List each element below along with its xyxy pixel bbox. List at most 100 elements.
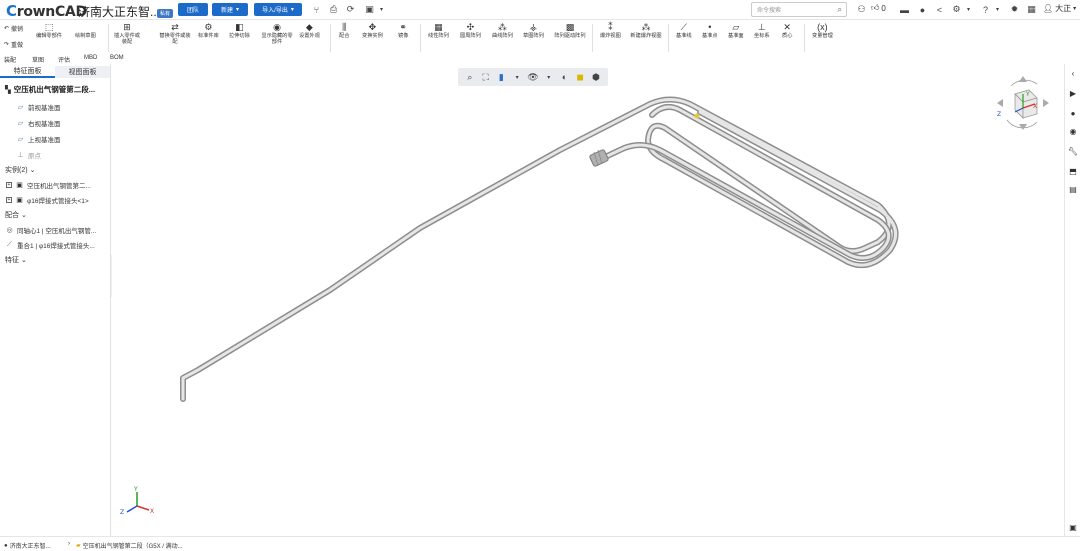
- notes-icon[interactable]: ▤: [1068, 184, 1078, 194]
- material-icon[interactable]: ⬒: [1068, 166, 1078, 176]
- centroid-button[interactable]: ✕ 质心: [782, 22, 792, 40]
- like-button[interactable]: 👍︎ 0: [871, 3, 886, 13]
- comment-icon[interactable]: ▣: [1068, 522, 1078, 532]
- camera-icon[interactable]: ▶: [1068, 88, 1078, 98]
- tab-assembly[interactable]: 装配: [4, 55, 16, 64]
- chevron-down-icon[interactable]: ▾: [543, 71, 555, 83]
- card-icon[interactable]: ▬: [899, 4, 910, 15]
- assembly-root[interactable]: ▚ 空压机出气钢管第二段...: [5, 84, 95, 95]
- tool-icon[interactable]: 🔧︎: [1068, 146, 1078, 156]
- tree-item-instance[interactable]: + ▣ 空压机出气钢管第二...: [6, 180, 91, 190]
- grid-icon[interactable]: ▦: [1026, 4, 1037, 15]
- circular-pattern-button[interactable]: ✣ 圆周阵列: [460, 22, 481, 40]
- annotation-icon[interactable]: ◉: [1068, 126, 1078, 136]
- chat-icon[interactable]: ●: [917, 4, 928, 15]
- chevron-down-icon[interactable]: ▾: [511, 71, 523, 83]
- tree-item-front-plane[interactable]: ▱ 前视基准面: [16, 102, 61, 112]
- tree-item-top-plane[interactable]: ▱ 上视基准面: [16, 134, 61, 144]
- show-hidden-button[interactable]: ◉ 显示隐藏的零部件: [259, 22, 295, 46]
- sketch-pattern-button[interactable]: ⚶ 草图阵列: [523, 22, 544, 40]
- new-button[interactable]: 新建 ▾: [212, 3, 248, 16]
- scroll-up-icon[interactable]: ‹: [1068, 68, 1078, 78]
- coordinate-system-button[interactable]: ⊥ 坐标系: [754, 22, 770, 40]
- thumbs-up-icon: 👍︎: [871, 3, 880, 12]
- sketch-button[interactable]: 绘制草图: [75, 22, 96, 39]
- render-mode-icon[interactable]: ⬢: [590, 71, 602, 83]
- appearance-button[interactable]: ◆ 设置外观: [299, 22, 320, 40]
- undo-button[interactable]: ↶ 撤销: [4, 24, 23, 33]
- document-title[interactable]: 济南大正东智...: [78, 3, 160, 20]
- tab-bom[interactable]: BOM: [110, 55, 124, 61]
- shaded-view-icon[interactable]: ◼: [574, 71, 586, 83]
- pipe-fitting[interactable]: [589, 149, 609, 167]
- pattern-driven-button[interactable]: ▩ 阵列驱动阵列: [554, 22, 586, 40]
- team-button[interactable]: 团队: [178, 3, 208, 16]
- sketch-icon: [80, 22, 90, 32]
- explode-view-button[interactable]: ⁑ 爆炸视图: [600, 22, 621, 40]
- section-view-icon[interactable]: ◐: [558, 71, 570, 83]
- gear-icon[interactable]: ✹: [1009, 4, 1020, 15]
- datum-line-button[interactable]: ⟋ 基准线: [676, 22, 692, 40]
- chevron-down-icon[interactable]: ▾: [992, 4, 1003, 15]
- share-icon[interactable]: <: [934, 4, 945, 15]
- tab-sketch[interactable]: 草图: [32, 55, 44, 64]
- chevron-down-icon[interactable]: ▾: [376, 4, 387, 15]
- view-orientation-icon[interactable]: ▮: [495, 71, 507, 83]
- tree-item-origin[interactable]: ⊥ 原点: [16, 150, 41, 160]
- hierarchy-icon[interactable]: ⚇: [856, 4, 867, 15]
- triad-y-label: Y: [133, 486, 138, 493]
- datum-point-button[interactable]: • 基准点: [702, 22, 718, 40]
- edit-component-button[interactable]: ⬚ 编辑零部件: [36, 22, 62, 40]
- expand-icon[interactable]: +: [6, 197, 12, 203]
- transform-instance-button[interactable]: ✥ 变换实例: [362, 22, 383, 40]
- 3d-viewport[interactable]: [112, 64, 1062, 536]
- help-icon[interactable]: ?: [980, 4, 991, 15]
- branch-icon[interactable]: ⑂: [311, 4, 322, 15]
- app-logo[interactable]: CrownCAD: [6, 2, 87, 20]
- chevron-down-icon: ⌄: [29, 167, 36, 174]
- new-explode-view-button[interactable]: ⁂ 新建爆炸视图: [630, 22, 662, 40]
- standard-parts-button[interactable]: ⚙ 标准件库: [198, 22, 219, 40]
- tree-item-right-plane[interactable]: ▱ 右视基准面: [16, 118, 61, 128]
- breadcrumb-workspace[interactable]: ● 济南大正东智...: [4, 541, 51, 551]
- curve-pattern-button[interactable]: ⁂ 曲线阵列: [492, 22, 513, 40]
- insert-part-button[interactable]: ⊞ 插入零件或装配: [112, 22, 142, 46]
- tree-item-mate[interactable]: ⟋ 重合1 | φ16焊接式管接头...: [5, 240, 95, 250]
- settings-icon[interactable]: ⚙: [951, 4, 962, 15]
- pipe-model[interactable]: [112, 64, 1062, 536]
- variable-manager-button[interactable]: (x) 变量管理: [812, 22, 833, 40]
- tab-evaluate[interactable]: 评估: [58, 55, 70, 64]
- tree-item-mate[interactable]: ◎ 同轴心1 | 空压机出气钢管...: [5, 225, 96, 235]
- replace-part-button[interactable]: ⇄ 替换零件或装配: [158, 22, 192, 46]
- import-export-button[interactable]: 导入/导出 ▾: [254, 3, 302, 16]
- breadcrumb-document[interactable]: ▰ 空压机出气钢管第二段（G5X / 满动...: [76, 541, 183, 550]
- command-search-input[interactable]: 命令搜索 ⌕: [751, 2, 847, 17]
- fit-view-icon[interactable]: ⛶: [480, 71, 492, 83]
- tab-mbd[interactable]: MBD: [84, 55, 97, 61]
- redo-button[interactable]: ↷ 重做: [4, 40, 23, 49]
- datum-plane-button[interactable]: ▱ 基准面: [728, 22, 744, 40]
- save-icon[interactable]: ▣: [364, 4, 375, 15]
- tab-feature-panel[interactable]: 特征面板: [0, 66, 55, 78]
- info-icon[interactable]: ●: [1068, 108, 1078, 118]
- view-cube[interactable]: Y X Z: [993, 72, 1053, 132]
- features-group[interactable]: 特征 ⌄: [5, 255, 27, 265]
- tree-item-instance[interactable]: + ▣ φ16焊接式管接头<1>: [6, 195, 89, 205]
- mates-group[interactable]: 配合 ⌄: [5, 210, 27, 220]
- status-bar: ● 济南大正东智... › ▰ 空压机出气钢管第二段（G5X / 满动...: [0, 536, 1080, 551]
- chevron-down-icon[interactable]: ▾: [963, 4, 974, 15]
- user-menu[interactable]: 👤︎ 大正 ▾: [1043, 3, 1076, 14]
- expand-icon[interactable]: +: [6, 182, 12, 188]
- mate-button[interactable]: ⫼ 配合: [339, 22, 349, 40]
- print-icon[interactable]: ⎙: [328, 4, 339, 15]
- refresh-icon[interactable]: ⟳: [345, 4, 356, 15]
- eye-icon[interactable]: 👁︎: [527, 71, 539, 83]
- instances-group[interactable]: 实例(2) ⌄: [5, 165, 35, 175]
- linear-pattern-button[interactable]: ▦ 线性阵列: [428, 22, 449, 40]
- extrude-cut-button[interactable]: ◧ 拉伸切除: [229, 22, 250, 40]
- search-icon[interactable]: ⌕: [838, 5, 842, 15]
- mirror-button[interactable]: ⚭ 镜像: [398, 22, 408, 40]
- tab-view-panel[interactable]: 视图面板: [55, 66, 110, 78]
- breadcrumb-separator: ›: [68, 541, 70, 547]
- zoom-search-icon[interactable]: ⌕: [464, 71, 476, 83]
